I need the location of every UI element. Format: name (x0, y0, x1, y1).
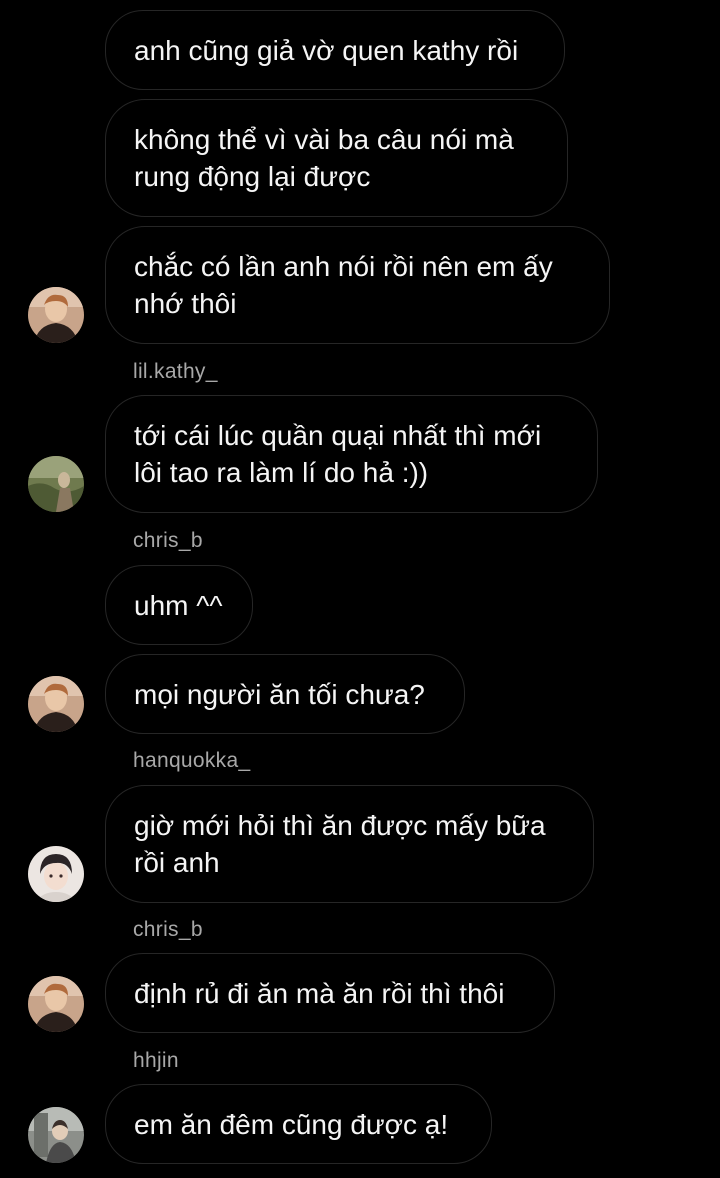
message-text: định rủ đi ăn mà ăn rồi thì thôi (134, 977, 505, 1009)
user-avatar-photo[interactable] (28, 1107, 84, 1163)
user-avatar-photo[interactable] (28, 456, 84, 512)
message-text: không thể vì vài ba câu nói mà rung động… (134, 124, 514, 192)
message-bubble[interactable]: uhm ^^ (105, 565, 253, 645)
message-text: tới cái lúc quần quại nhất thì mới lôi t… (134, 420, 542, 488)
message-bubble[interactable]: định rủ đi ăn mà ăn rồi thì thôi (105, 953, 555, 1033)
message-text: anh cũng giả vờ quen kathy rồi (134, 34, 519, 66)
message-bubble[interactable]: giờ mới hỏi thì ăn được mấy bữa rồi anh (105, 785, 594, 903)
sender-name: lil.kathy_ (133, 360, 218, 383)
message-text: uhm ^^ (134, 589, 223, 621)
message-bubble[interactable]: không thể vì vài ba câu nói mà rung động… (105, 99, 568, 217)
chat-thread: anh cũng giả vờ quen kathy rồi không thể… (0, 0, 720, 1178)
user-avatar-photo[interactable] (28, 676, 84, 732)
user-avatar-photo[interactable] (28, 846, 84, 902)
message-text: mọi người ăn tối chưa? (134, 678, 425, 710)
sender-name: chris_b (133, 918, 203, 941)
message-bubble[interactable]: anh cũng giả vờ quen kathy rồi (105, 10, 565, 90)
message-text: em ăn đêm cũng được ạ! (134, 1108, 449, 1140)
message-text: chắc có lần anh nói rồi nên em ấy nhớ th… (134, 251, 553, 319)
message-bubble[interactable]: em ăn đêm cũng được ạ! (105, 1084, 492, 1164)
message-text: giờ mới hỏi thì ăn được mấy bữa rồi anh (134, 810, 546, 878)
sender-name: hanquokka_ (133, 749, 251, 772)
user-avatar-photo[interactable] (28, 976, 84, 1032)
sender-name: chris_b (133, 529, 203, 552)
message-bubble[interactable]: tới cái lúc quần quại nhất thì mới lôi t… (105, 395, 598, 513)
sender-name: hhjin (133, 1049, 179, 1072)
message-bubble[interactable]: mọi người ăn tối chưa? (105, 654, 465, 734)
user-avatar-photo[interactable] (28, 287, 84, 343)
message-bubble[interactable]: chắc có lần anh nói rồi nên em ấy nhớ th… (105, 226, 610, 344)
